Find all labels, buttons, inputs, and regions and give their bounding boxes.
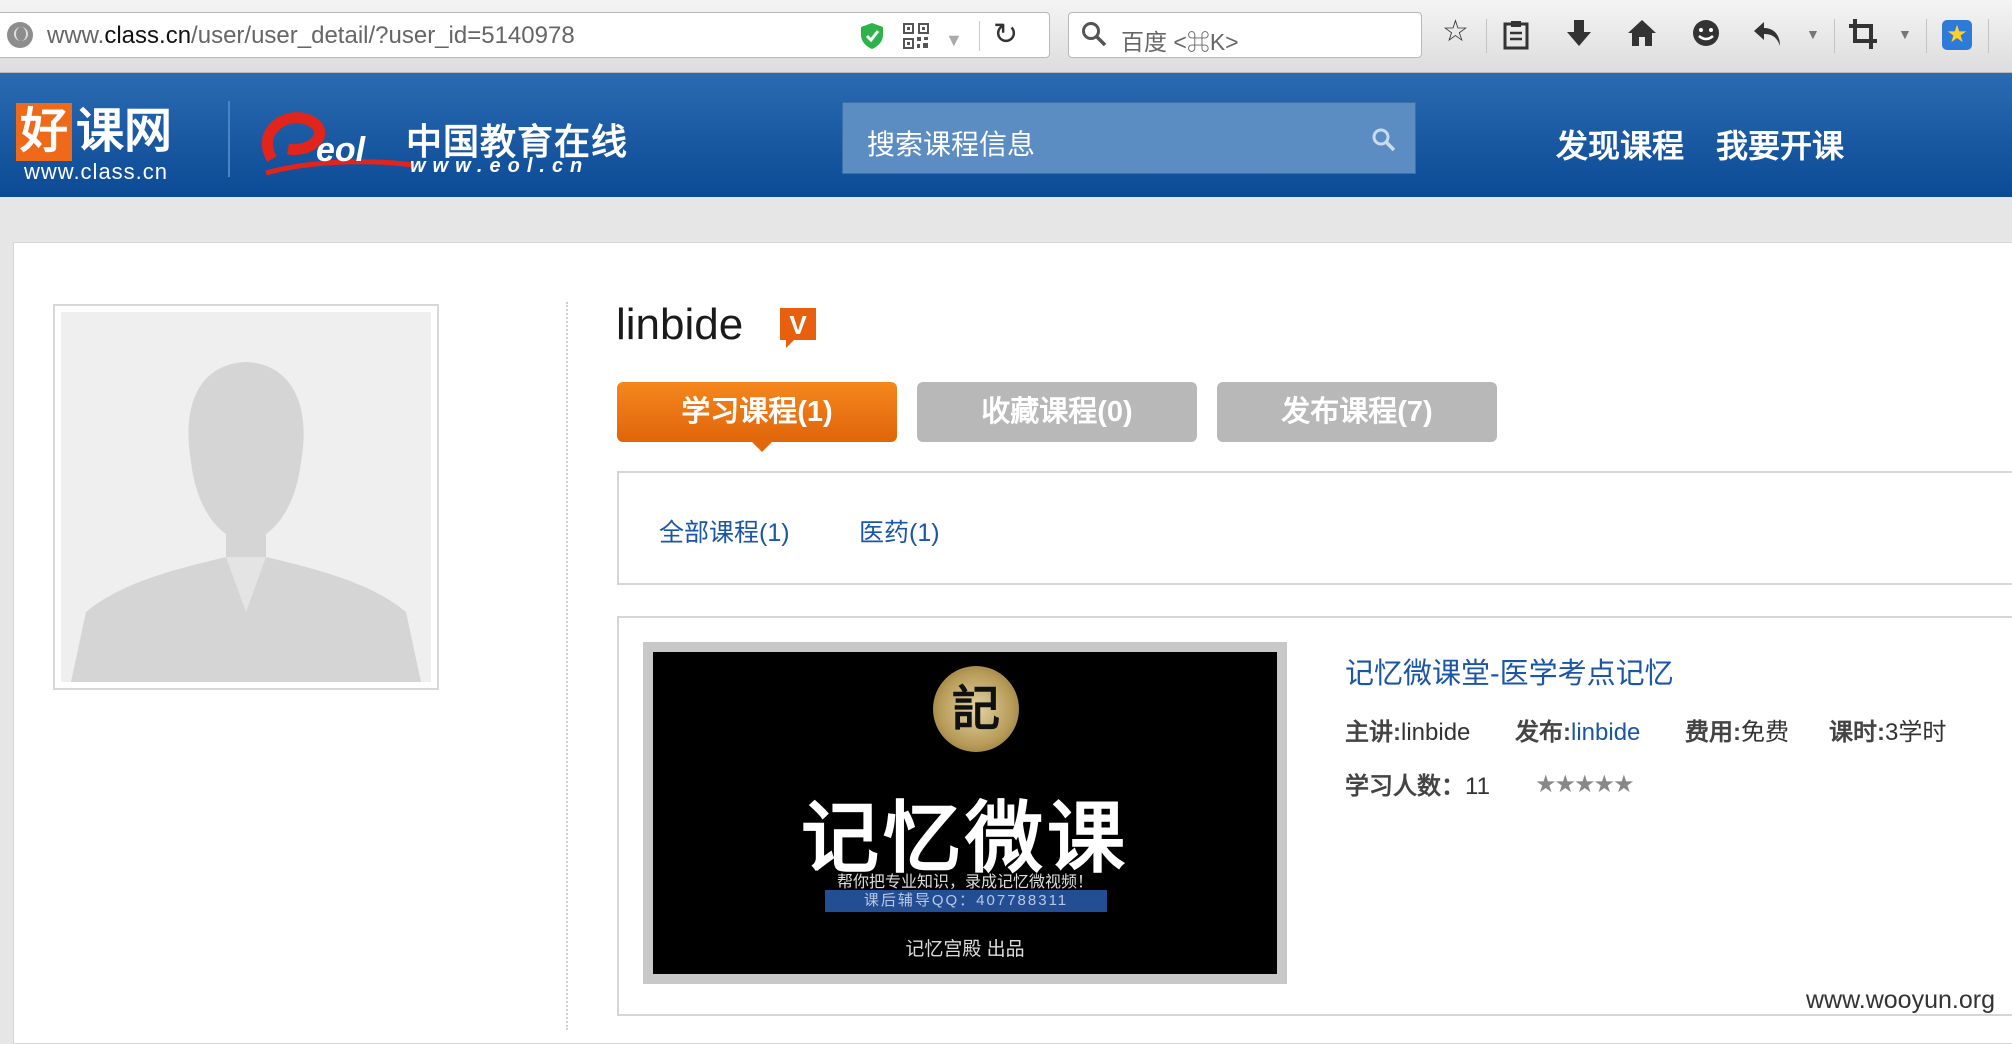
toolbar-separator: [1486, 19, 1487, 53]
publisher-link[interactable]: linbide: [1571, 719, 1640, 746]
logo-first-char: 好: [16, 103, 72, 161]
course-search-input[interactable]: 搜索课程信息: [842, 102, 1416, 174]
filter-all-courses[interactable]: 全部课程(1): [659, 513, 790, 549]
thumbnail-tagline: 帮你把专业知识，录成记忆微视频！: [836, 874, 1093, 891]
nav-create-course[interactable]: 我要开课: [1716, 121, 1844, 167]
toolbar-separator: [979, 21, 980, 51]
logo-rest: 课网: [76, 105, 173, 158]
shield-icon[interactable]: [859, 22, 885, 50]
tab-favorite-courses[interactable]: 收藏课程(0): [917, 382, 1197, 442]
active-tab-caret: [750, 440, 774, 452]
browser-toolbar: www.class.cn/user/user_detail/?user_id=5…: [0, 0, 2012, 73]
course-lecturer: 主讲:linbide: [1345, 719, 1471, 746]
globe-icon: [7, 22, 33, 48]
course-title-link[interactable]: 记忆微课堂-医学考点记忆: [1345, 650, 1674, 692]
course-search-placeholder: 搜索课程信息: [867, 129, 1036, 160]
course-hours: 课时:3学时: [1829, 719, 1947, 746]
url-text[interactable]: www.class.cn/user/user_detail/?user_id=5…: [47, 22, 575, 50]
rating-star-icon: ★: [1554, 771, 1576, 798]
crop-icon[interactable]: [1848, 18, 1878, 50]
reload-icon[interactable]: ↻: [993, 17, 1018, 52]
home-icon[interactable]: [1626, 18, 1658, 48]
site-header: 好课网 www.class.cn eol 中国教育在线 www.eol.cn 搜…: [0, 73, 2012, 197]
rating-star-icon: ★: [1593, 771, 1615, 798]
search-icon[interactable]: [1371, 127, 1397, 153]
partner-url: www.eol.cn: [410, 155, 590, 177]
course-thumbnail-frame[interactable]: 記 记忆微课 帮你把专业知识，录成记忆微视频！ 课后辅导QQ：407788311…: [643, 642, 1287, 984]
rating-star-icon: ★: [1535, 771, 1556, 798]
eol-logo-mark[interactable]: eol: [258, 101, 416, 191]
course-thumbnail[interactable]: 記 记忆微课 帮你把专业知识，录成记忆微视频！ 课后辅导QQ：407788311…: [653, 652, 1277, 974]
address-bar[interactable]: www.class.cn/user/user_detail/?user_id=5…: [0, 12, 1050, 58]
nav-discover-courses[interactable]: 发现课程: [1556, 121, 1684, 167]
avatar-placeholder: [61, 312, 431, 682]
thumbnail-producer: 记忆宫殿 出品: [905, 939, 1025, 960]
chevron-down-icon[interactable]: ▼: [1806, 26, 1820, 42]
header-divider: [228, 101, 230, 177]
course-publisher: 发布:linbide: [1515, 719, 1641, 746]
thumbnail-qq-contact: 课后辅导QQ：407788311: [825, 890, 1107, 912]
course-rating-stars: ★★★★★: [1535, 770, 1635, 799]
extension-star-icon[interactable]: ★: [1942, 20, 1972, 50]
watermark-text: www.wooyun.org: [1806, 986, 1995, 1014]
eol-mark-text: eol: [316, 131, 367, 169]
download-icon[interactable]: [1565, 19, 1593, 49]
column-divider: [566, 302, 568, 1030]
course-list-item: 記 记忆微课 帮你把专业知识，录成记忆微视频！ 课后辅导QQ：407788311…: [617, 616, 2012, 1016]
bookmark-star-icon[interactable]: ☆: [1442, 17, 1469, 47]
site-logo[interactable]: 好课网: [16, 103, 172, 161]
verified-badge-text: V: [789, 310, 807, 340]
avatar[interactable]: [53, 304, 439, 690]
filter-medicine[interactable]: 医药(1): [859, 513, 940, 549]
profile-username: linbide: [616, 300, 744, 349]
thumbnail-logo: 記: [933, 666, 1019, 752]
site-logo-url: www.class.cn: [24, 159, 169, 184]
tab-published-courses[interactable]: 发布课程(7): [1217, 382, 1497, 442]
tab-learning-courses[interactable]: 学习课程(1): [617, 382, 897, 442]
user-silhouette-icon: [71, 362, 421, 682]
toolbar-separator: [1926, 19, 1927, 53]
course-learner-count: 学习人数：11: [1345, 773, 1490, 800]
toolbar-separator: [1988, 19, 1989, 53]
chevron-down-icon[interactable]: ▼: [1898, 26, 1912, 42]
qr-code-icon[interactable]: [903, 23, 929, 49]
toolbar-separator: [1834, 19, 1835, 53]
rating-star-icon: ★: [1574, 771, 1595, 798]
category-filter-bar: 全部课程(1) 医药(1): [617, 471, 2012, 585]
verified-badge-icon: V: [780, 308, 816, 348]
search-icon: [1082, 22, 1107, 47]
course-fee: 费用:免费: [1685, 719, 1789, 746]
browser-search-bar[interactable]: 百度 <⌘K>: [1068, 12, 1422, 58]
page-background-strip: [0, 198, 2012, 242]
browser-search-placeholder: 百度 <⌘K>: [1121, 29, 1239, 55]
reading-list-icon[interactable]: [1502, 20, 1530, 50]
undo-icon[interactable]: [1752, 19, 1784, 49]
rating-star-icon: ★: [1613, 771, 1634, 798]
chevron-down-icon[interactable]: ▼: [945, 30, 963, 51]
chat-icon[interactable]: [1690, 18, 1722, 50]
